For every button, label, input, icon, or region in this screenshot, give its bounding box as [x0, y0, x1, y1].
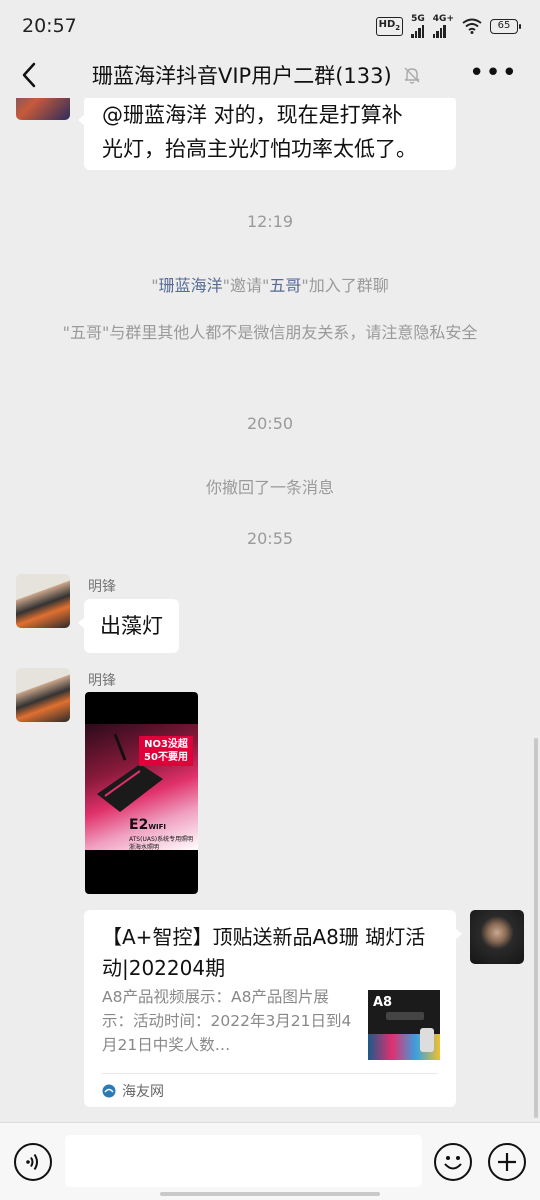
chat-title-area: 珊蓝海洋抖音VIP用户二群(133)	[92, 60, 422, 90]
site-logo-icon	[102, 1084, 116, 1098]
signal-4g-icon: 4G+	[432, 14, 454, 38]
signal-5g-icon: 5G	[411, 14, 425, 38]
timestamp: 12:19	[246, 212, 294, 231]
avatar[interactable]	[16, 668, 70, 722]
chevron-left-icon	[22, 62, 36, 88]
hd-voice-icon: HD2	[375, 16, 404, 36]
scrollbar[interactable]	[534, 738, 538, 1118]
link-card-title: 【A+智控】顶贴送新品A8珊 瑚灯活动|202204期	[102, 925, 426, 980]
wifi-icon	[462, 18, 482, 34]
video-model-label: E2WIFI	[129, 817, 167, 833]
video-message[interactable]: NO3没超 50不要用 E2WIFI ATS(UAS)系统专用照明 浙海水照明	[85, 692, 198, 894]
battery-icon: 65	[490, 18, 521, 34]
voice-wave-icon	[26, 1153, 38, 1171]
video-caption: 浙海水照明	[129, 844, 160, 851]
privacy-notice: "五哥"与群里其他人都不是微信朋友关系，请注意隐私安全	[62, 323, 478, 342]
sender-name: 明锋	[88, 673, 116, 689]
status-bar: 20:57 HD2 5G 4G+ 65	[0, 0, 540, 52]
link-card[interactable]: 【A+智控】顶贴送新品A8珊 瑚灯活动|202204期 A8产品视频展示：A8产…	[84, 910, 462, 1107]
avatar[interactable]	[16, 98, 70, 120]
link-card-thumbnail: A8	[368, 990, 440, 1060]
more-options-button[interactable]: •••	[469, 60, 518, 86]
divider	[102, 1073, 438, 1074]
status-icons: HD2 5G 4G+ 65	[375, 14, 521, 38]
back-button[interactable]	[14, 58, 44, 92]
emoji-icon	[444, 1156, 462, 1170]
invitee-name-link[interactable]: 五哥	[269, 276, 301, 295]
message-text: 出藻灯	[100, 614, 163, 638]
more-functions-button[interactable]	[488, 1143, 526, 1181]
chat-title: 珊蓝海洋抖音VIP用户二群(133)	[92, 64, 392, 88]
my-avatar[interactable]	[470, 910, 524, 964]
message-bubble[interactable]: 出藻灯	[78, 599, 179, 653]
recall-notice: 你撤回了一条消息	[205, 478, 334, 497]
message-input[interactable]	[65, 1135, 422, 1187]
message-text: 光灯，抬高主光灯怕功率太低了。	[102, 137, 417, 161]
avatar[interactable]	[16, 574, 70, 628]
system-invite-notice: "珊蓝海洋"邀请"五哥"加入了群聊	[151, 276, 389, 295]
plus-icon	[498, 1153, 516, 1171]
voice-input-button[interactable]	[14, 1143, 52, 1181]
mute-bell-icon	[404, 67, 420, 84]
timestamp: 20:55	[246, 529, 294, 548]
timestamp: 20:50	[246, 414, 294, 433]
home-indicator[interactable]	[160, 1192, 380, 1196]
sender-name: 明锋	[88, 579, 116, 595]
chat-header: 珊蓝海洋抖音VIP用户二群(133) •••	[0, 52, 540, 98]
link-card-source: 海友网	[102, 1081, 164, 1101]
emoji-button[interactable]	[434, 1143, 472, 1181]
input-bar	[0, 1122, 540, 1200]
message-list[interactable]: @珊蓝海洋 对的，现在是打算补 光灯，抬高主光灯怕功率太低了。 12:19 "珊…	[0, 98, 540, 1122]
video-tag: NO3没超 50不要用	[139, 736, 193, 766]
message-bubble[interactable]: @珊蓝海洋 对的，现在是打算补 光灯，抬高主光灯怕功率太低了。	[78, 98, 456, 170]
status-time: 20:57	[22, 15, 77, 37]
inviter-name-link[interactable]: 珊蓝海洋	[159, 276, 223, 295]
link-card-description: A8产品视频展示：A8产品图片展示：活动时间：2022年3月21日到4月21日中…	[102, 988, 352, 1054]
message-text: @珊蓝海洋 对的，现在是打算补	[102, 103, 403, 127]
